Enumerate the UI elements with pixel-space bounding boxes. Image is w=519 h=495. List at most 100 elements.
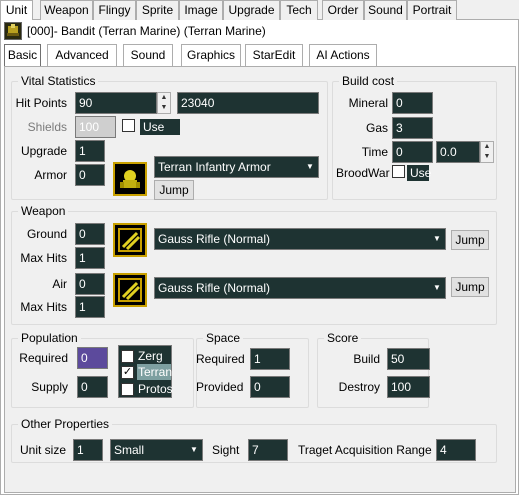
- time-label: Time: [361, 145, 388, 159]
- other-properties-title: Other Properties: [18, 417, 113, 431]
- top-tab-bar: Unit Weapon Flingy Sprite Image Upgrade …: [0, 0, 519, 21]
- chevron-down-icon[interactable]: ▼: [302, 157, 318, 177]
- time-field[interactable]: 0: [392, 141, 433, 163]
- ground-jump-button[interactable]: Jump: [451, 230, 489, 250]
- hit-points-spinner[interactable]: ▲ ▼: [157, 92, 171, 114]
- hit-points-raw-field[interactable]: 23040: [177, 92, 319, 114]
- broodwar-label: BroodWar: [336, 166, 390, 180]
- air-jump-button[interactable]: Jump: [451, 277, 489, 297]
- tab-sound-sub[interactable]: Sound: [123, 44, 173, 66]
- space-provided-label: Provided: [196, 380, 244, 394]
- tab-portrait[interactable]: Portrait: [407, 0, 457, 20]
- hit-points-label: Hit Points: [15, 96, 67, 110]
- spin-up-icon[interactable]: ▲: [481, 142, 493, 152]
- broodwar-use-label: Use: [407, 165, 431, 181]
- mineral-field[interactable]: 0: [392, 92, 433, 114]
- build-cost-title: Build cost: [339, 74, 398, 88]
- air-weapon-value: Gauss Rifle (Normal): [158, 281, 271, 295]
- chevron-down-icon[interactable]: ▼: [186, 440, 202, 460]
- unit-size-value: Small: [114, 443, 145, 457]
- armor-type-value: Terran Infantry Armor: [158, 160, 271, 174]
- tab-staredit[interactable]: StarEdit: [245, 44, 303, 66]
- chevron-down-icon[interactable]: ▼: [429, 229, 445, 249]
- score-title: Score: [324, 331, 362, 345]
- checkbox-icon[interactable]: [121, 350, 134, 363]
- hit-points-field[interactable]: 90: [75, 92, 157, 114]
- tab-ai-actions[interactable]: AI Actions: [309, 44, 377, 66]
- ground-weapon-value: Gauss Rifle (Normal): [158, 232, 271, 246]
- race-checklist: Zerg ✓ Terran Protos: [118, 345, 173, 398]
- armor-jump-button[interactable]: Jump: [154, 180, 194, 200]
- tab-unit[interactable]: Unit: [0, 0, 33, 21]
- race-zerg-label: Zerg: [138, 349, 163, 363]
- air-field[interactable]: 0: [75, 273, 105, 295]
- armor-type-dropdown[interactable]: Terran Infantry Armor ▼: [154, 156, 319, 178]
- race-protoss-label: Protos: [138, 382, 173, 396]
- checkbox-icon[interactable]: [392, 165, 405, 178]
- upgrade-label: Upgrade: [20, 144, 67, 158]
- pop-required-field[interactable]: 0: [77, 347, 108, 369]
- gas-field[interactable]: 3: [392, 117, 433, 139]
- shields-label: Shields: [27, 120, 67, 134]
- checkmark-icon[interactable]: ✓: [121, 366, 134, 379]
- checkbox-icon[interactable]: [121, 383, 134, 396]
- gas-label: Gas: [365, 121, 388, 135]
- air-label: Air: [52, 277, 67, 291]
- tab-advanced[interactable]: Advanced: [47, 44, 117, 66]
- ground-field[interactable]: 0: [75, 223, 105, 245]
- time-spinner[interactable]: ▲ ▼: [480, 141, 494, 163]
- tab-tech[interactable]: Tech: [280, 0, 318, 20]
- tab-sprite[interactable]: Sprite: [136, 0, 179, 20]
- spin-up-icon[interactable]: ▲: [158, 93, 170, 103]
- sight-label: Sight: [212, 443, 240, 457]
- score-destroy-field[interactable]: 100: [387, 376, 430, 398]
- tab-graphics[interactable]: Graphics: [181, 44, 241, 66]
- air-weapon-icon: [113, 273, 147, 307]
- tab-image[interactable]: Image: [179, 0, 223, 20]
- tab-basic[interactable]: Basic: [4, 44, 41, 66]
- supply-field[interactable]: 0: [77, 376, 108, 398]
- ground-label: Ground: [26, 227, 67, 241]
- space-required-field[interactable]: 1: [250, 348, 290, 370]
- ground-maxhits-label: Max Hits: [20, 251, 67, 265]
- space-title: Space: [203, 331, 244, 345]
- spin-down-icon[interactable]: ▼: [158, 103, 170, 113]
- unit-title-bar: [000]- Bandit (Terran Marine) (Terran Ma…: [0, 20, 519, 44]
- time-seconds-field[interactable]: 0.0: [436, 141, 480, 163]
- sight-field[interactable]: 7: [248, 439, 288, 461]
- air-weapon-dropdown[interactable]: Gauss Rifle (Normal) ▼: [154, 277, 446, 299]
- supply-label: Supply: [31, 380, 68, 394]
- score-destroy-label: Destroy: [338, 380, 380, 394]
- tab-upgrade[interactable]: Upgrade: [223, 0, 280, 20]
- shields-field: 100: [75, 116, 116, 138]
- tab-order[interactable]: Order: [322, 0, 364, 20]
- tab-flingy[interactable]: Flingy: [93, 0, 136, 20]
- armor-upgrade-icon: [113, 162, 147, 196]
- spin-down-icon[interactable]: ▼: [481, 152, 493, 162]
- unit-size-dropdown[interactable]: Small ▼: [110, 439, 203, 461]
- ground-weapon-icon: [113, 223, 147, 257]
- ground-weapon-dropdown[interactable]: Gauss Rifle (Normal) ▼: [154, 228, 446, 250]
- vital-statistics-title: Vital Statistics: [18, 74, 99, 88]
- unit-size-field[interactable]: 1: [73, 439, 103, 461]
- score-build-field[interactable]: 50: [387, 348, 430, 370]
- race-terran-label: Terran: [137, 364, 173, 380]
- air-maxhits-field[interactable]: 1: [75, 296, 105, 318]
- chevron-down-icon[interactable]: ▼: [429, 278, 445, 298]
- score-build-label: Build: [353, 352, 380, 366]
- ground-maxhits-field[interactable]: 1: [75, 247, 105, 269]
- unit-portrait-icon: [4, 22, 22, 40]
- armor-field[interactable]: 0: [75, 164, 105, 186]
- checkbox-icon[interactable]: [122, 119, 135, 132]
- space-provided-field[interactable]: 0: [250, 376, 290, 398]
- tab-weapon[interactable]: Weapon: [40, 0, 93, 20]
- upgrade-field[interactable]: 1: [75, 140, 105, 162]
- unit-size-label: Unit size: [20, 443, 67, 457]
- shields-use-label: Use: [140, 119, 180, 135]
- tab-sound[interactable]: Sound: [364, 0, 407, 20]
- sub-tab-bar: Basic Advanced Sound Graphics StarEdit A…: [4, 44, 514, 66]
- target-range-field[interactable]: 4: [436, 439, 476, 461]
- target-range-label: Traget Acquisition Range: [298, 443, 432, 457]
- population-title: Population: [18, 331, 81, 345]
- space-required-label: Required: [196, 352, 245, 366]
